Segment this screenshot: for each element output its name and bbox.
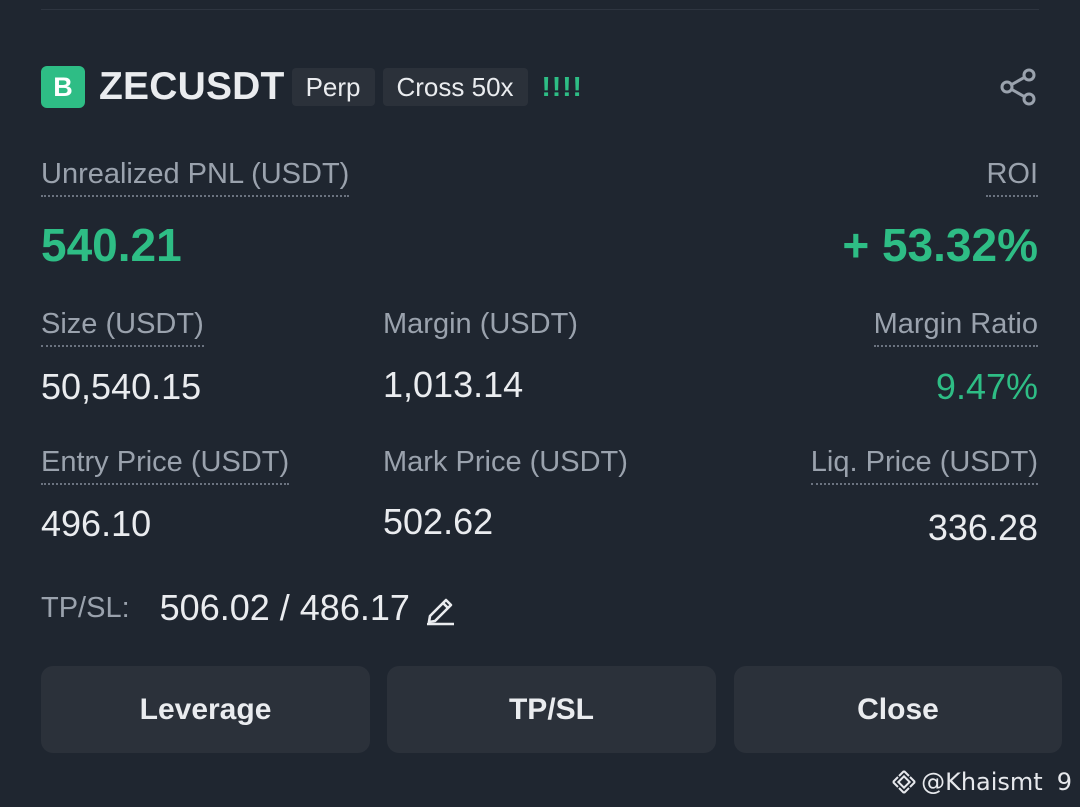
roi-label[interactable]: ROI — [986, 158, 1038, 197]
pencil-icon[interactable] — [422, 590, 458, 626]
unrealized-pnl-value: 540.21 — [41, 219, 182, 271]
mark-price-value: 502.62 — [383, 501, 494, 542]
margin-ratio-value: 9.47% — [935, 366, 1038, 407]
roi-value: + 53.32% — [842, 219, 1038, 271]
margin-label: Margin (USDT) — [383, 308, 578, 340]
tpsl-value: 506.02 / 486.17 — [159, 587, 410, 628]
tpsl-button[interactable]: TP/SL — [387, 666, 716, 753]
watermark-suffix: 9 — [1056, 768, 1072, 796]
tpsl-label: TP/SL: — [41, 591, 130, 624]
position-header: B ZECUSDT Perp Cross 50x !!!! — [41, 65, 1039, 109]
tpsl-row: TP/SL: 506.02 / 486.17 — [41, 586, 458, 630]
entry-price-label[interactable]: Entry Price (USDT) — [41, 446, 290, 485]
entry-price-value: 496.10 — [41, 503, 152, 544]
margin-mode-tag[interactable]: Cross 50x — [382, 68, 528, 106]
size-value: 50,540.15 — [41, 366, 202, 407]
liq-price-label[interactable]: Liq. Price (USDT) — [810, 446, 1038, 485]
binance-logo-icon — [892, 770, 916, 794]
unrealized-pnl-label[interactable]: Unrealized PNL (USDT) — [41, 158, 350, 197]
leverage-button[interactable]: Leverage — [41, 666, 370, 753]
close-position-button[interactable]: Close — [734, 666, 1062, 753]
symbol-title[interactable]: ZECUSDT — [99, 65, 285, 109]
risk-signal-indicator: !!!! — [541, 71, 583, 102]
position-card: B ZECUSDT Perp Cross 50x !!!! Unrealized… — [0, 0, 1080, 807]
liq-price-value: 336.28 — [927, 507, 1038, 548]
margin-value: 1,013.14 — [383, 364, 524, 405]
contract-type-tag: Perp — [291, 68, 375, 106]
mark-price-label: Mark Price (USDT) — [383, 446, 628, 478]
share-icon[interactable] — [999, 67, 1039, 107]
watermark-handle: @Khaismt — [921, 768, 1043, 796]
top-divider — [41, 9, 1039, 10]
side-badge: B — [41, 66, 85, 108]
watermark: @Khaismt 9 — [891, 765, 1072, 799]
margin-ratio-label[interactable]: Margin Ratio — [873, 308, 1038, 347]
size-label[interactable]: Size (USDT) — [41, 308, 204, 347]
